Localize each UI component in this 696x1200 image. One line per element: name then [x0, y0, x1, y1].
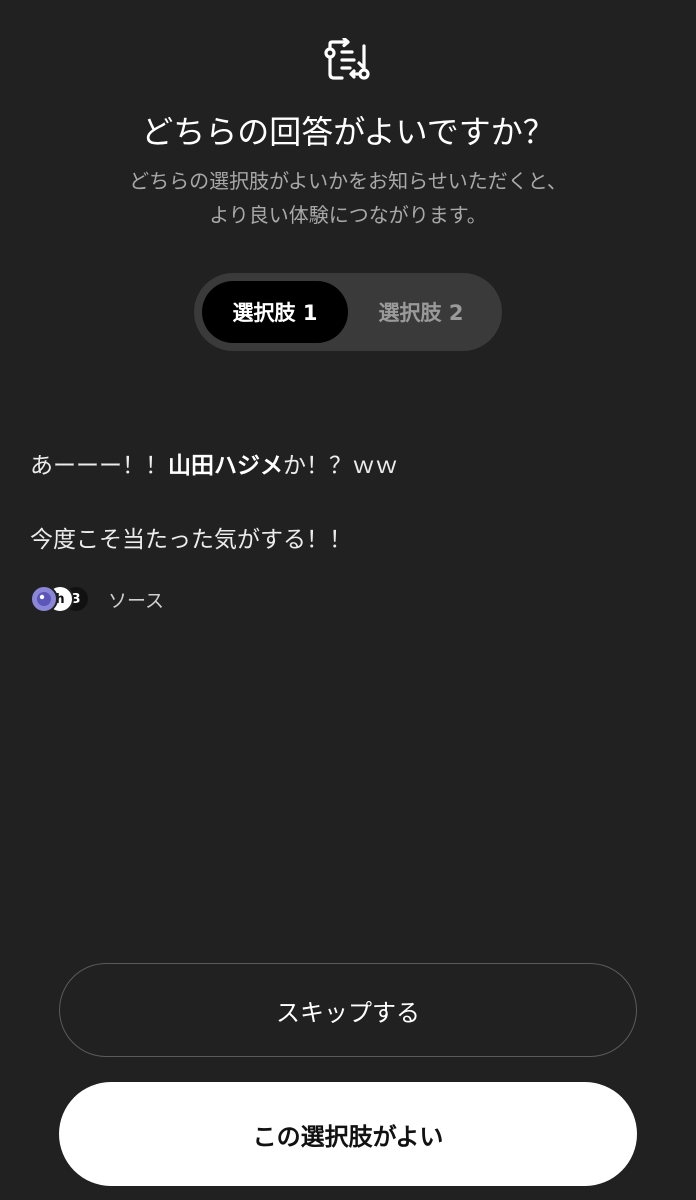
subtitle-line-2: より良い体験につながります。 — [209, 203, 487, 227]
compare-responses-icon — [321, 36, 375, 86]
option-2-tab[interactable]: 選択肢 2 — [348, 281, 494, 343]
ai-avatar-icon — [30, 585, 58, 613]
response-line-1: あーーー！！山田ハジメか！？ｗｗ — [30, 446, 670, 486]
response-line-1-suffix: か！？ｗｗ — [283, 453, 398, 479]
sources-button[interactable]: h 3 ソース — [30, 584, 164, 614]
subtitle-line-1: どちらの選択肢がよいかをお知らせいただくと、 — [129, 169, 567, 193]
response-line-2: 今度こそ当たった気がする！！ — [30, 527, 352, 553]
option-switcher: 選択肢 1 選択肢 2 — [194, 273, 502, 351]
response-line-1-prefix: あーーー！！ — [30, 453, 168, 479]
response-message: あーーー！！山田ハジメか！？ｗｗ 今度こそ当たった気がする！！ — [30, 446, 670, 594]
option-1-tab[interactable]: 選択肢 1 — [202, 281, 348, 343]
prefer-this-option-button[interactable]: この選択肢がよい — [59, 1082, 637, 1186]
skip-button[interactable]: スキップする — [59, 963, 637, 1057]
response-line-1-bold: 山田ハジメ — [168, 453, 283, 479]
page-subtitle: どちらの選択肢がよいかをお知らせいただくと、 より良い体験につながります。 — [0, 164, 696, 232]
sources-label: ソース — [108, 589, 165, 612]
page-title: どちらの回答がよいですか？ — [141, 113, 555, 151]
